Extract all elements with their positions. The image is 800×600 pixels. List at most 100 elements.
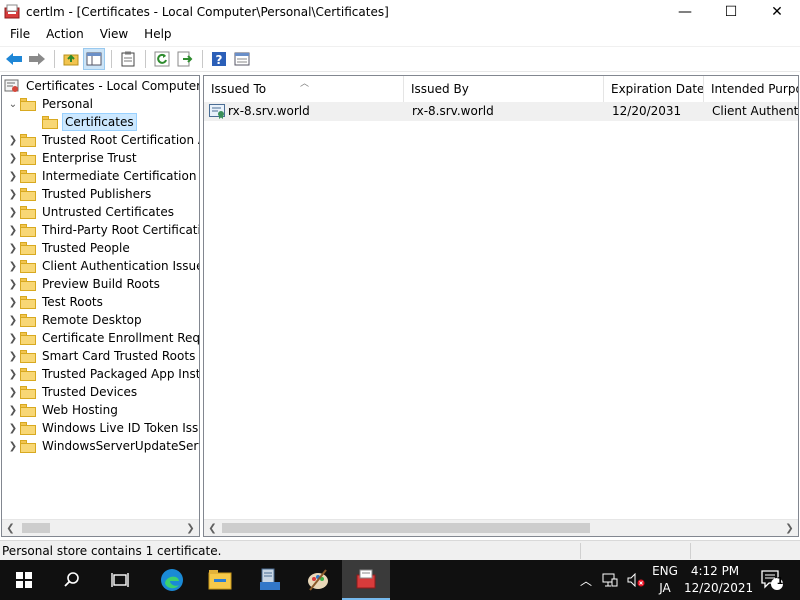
forward-button[interactable] [26, 48, 48, 70]
taskbar-file-explorer[interactable] [196, 560, 244, 600]
chevron-right-icon[interactable]: ❯ [6, 347, 20, 365]
chevron-right-icon[interactable]: ❯ [6, 185, 20, 203]
scroll-left-icon[interactable]: ❮ [2, 520, 19, 536]
tree-item-store[interactable]: ❯ Web Hosting [6, 401, 120, 419]
chevron-right-icon[interactable]: ❯ [6, 149, 20, 167]
network-tray-button[interactable] [598, 560, 622, 600]
taskbar-server-manager[interactable] [246, 560, 294, 600]
chevron-right-icon[interactable]: ❯ [6, 419, 20, 437]
show-hide-console-tree-button[interactable] [83, 48, 105, 70]
maximize-button[interactable]: ☐ [708, 0, 754, 24]
tree-horizontal-scrollbar[interactable]: ❮ ❯ [2, 519, 199, 536]
task-view-button[interactable] [96, 560, 144, 600]
input-language-button[interactable]: ENG JA [648, 560, 682, 600]
chevron-right-icon[interactable]: ❯ [6, 383, 20, 401]
minimize-button[interactable]: — [662, 0, 708, 24]
details-pane[interactable]: Issued To ︿ Issued By Expiration Date In… [203, 75, 799, 537]
tree-item-store[interactable]: ❯ Remote Desktop [6, 311, 144, 329]
tree-item-store[interactable]: ❯ Trusted People [6, 239, 132, 257]
tree-item-store[interactable]: ❯ Trusted Publishers [6, 185, 153, 203]
tree-item-store[interactable]: ❯ Trusted Root Certification Authorities [6, 131, 199, 149]
tree-item-store[interactable]: ❯ Untrusted Certificates [6, 203, 176, 221]
chevron-right-icon[interactable]: ❯ [6, 203, 20, 221]
tree-item-label: Certificate Enrollment Requests [42, 331, 200, 345]
scroll-right-icon[interactable]: ❯ [182, 520, 199, 536]
column-header-label: Intended Purposes [711, 82, 798, 96]
tree-item-personal-certificates[interactable]: Certificates [42, 113, 137, 131]
tree-item-personal[interactable]: ⌄ Personal [6, 95, 95, 113]
toolbar-separator [54, 50, 55, 68]
tree-item-store[interactable]: ❯ Smart Card Trusted Roots [6, 347, 197, 365]
menu-file[interactable]: File [0, 24, 38, 44]
folder-icon [20, 169, 36, 183]
tree-item-store[interactable]: ❯ Client Authentication Issuers [6, 257, 199, 275]
show-hidden-icons-button[interactable]: ︿ [576, 560, 596, 600]
certlm-app-icon[interactable] [4, 4, 20, 20]
folder-icon [20, 349, 36, 363]
cell-expiration-date: 12/20/2031 [612, 104, 682, 118]
folder-icon [20, 187, 36, 201]
console-tree[interactable]: Certificates - Local Computer ⌄ Personal… [1, 75, 200, 537]
keyboard-layout: JA [659, 581, 671, 595]
clock-button[interactable]: 4:12 PM 12/20/2021 [684, 560, 753, 600]
details-horizontal-scrollbar[interactable]: ❮ ❯ [204, 519, 798, 536]
chevron-right-icon[interactable]: ❯ [6, 311, 20, 329]
chevron-up-icon: ︿ [579, 573, 592, 588]
column-header-intended-purposes[interactable]: Intended Purposes [704, 76, 798, 102]
tree-item-store[interactable]: ❯ Intermediate Certification Authorities [6, 167, 199, 185]
tree-item-store[interactable]: ❯ Windows Live ID Token Issuer [6, 419, 199, 437]
tree-item-store[interactable]: ❯ Test Roots [6, 293, 105, 311]
chevron-right-icon[interactable]: ❯ [6, 257, 20, 275]
export-button[interactable] [117, 48, 139, 70]
certlm-app-icon [356, 569, 376, 589]
scrollbar-thumb[interactable] [222, 523, 590, 533]
chevron-right-icon[interactable]: ❯ [6, 401, 20, 419]
search-button[interactable] [48, 560, 96, 600]
start-button[interactable] [0, 560, 48, 600]
scroll-left-icon[interactable]: ❮ [204, 520, 221, 536]
chevron-right-icon[interactable]: ❯ [6, 293, 20, 311]
scroll-right-icon[interactable]: ❯ [781, 520, 798, 536]
chevron-right-icon[interactable]: ❯ [6, 131, 20, 149]
tree-item-store[interactable]: ❯ Trusted Packaged App Installation Autho… [6, 365, 199, 383]
tree-item-label: Untrusted Certificates [42, 205, 174, 219]
tree-item-store[interactable]: ❯ Certificate Enrollment Requests [6, 329, 200, 347]
tree-item-store[interactable]: ❯ Trusted Devices [6, 383, 139, 401]
folder-icon [20, 403, 36, 417]
taskbar-certlm[interactable] [342, 560, 390, 600]
help-button[interactable]: ? [208, 48, 230, 70]
chevron-right-icon[interactable]: ❯ [6, 275, 20, 293]
taskbar-edge[interactable] [148, 560, 196, 600]
up-one-level-button[interactable] [60, 48, 82, 70]
tree-item-store[interactable]: ❯ Third-Party Root Certification Authorit… [6, 221, 199, 239]
tree-item-label: Windows Live ID Token Issuer [42, 421, 199, 435]
toolbar-separator [111, 50, 112, 68]
taskbar-paint[interactable] [294, 560, 342, 600]
chevron-down-icon[interactable]: ⌄ [6, 95, 20, 113]
chevron-right-icon[interactable]: ❯ [6, 221, 20, 239]
refresh-button[interactable] [151, 48, 173, 70]
tree-item-store[interactable]: ❯ Enterprise Trust [6, 149, 139, 167]
chevron-right-icon[interactable]: ❯ [6, 329, 20, 347]
menu-help[interactable]: Help [136, 24, 179, 44]
chevron-right-icon[interactable]: ❯ [6, 437, 20, 455]
chevron-right-icon[interactable]: ❯ [6, 239, 20, 257]
chevron-right-icon[interactable]: ❯ [6, 365, 20, 383]
back-button[interactable] [3, 48, 25, 70]
tree-root[interactable]: Certificates - Local Computer [4, 77, 199, 95]
column-header-issued-by[interactable]: Issued By [404, 76, 604, 102]
properties-button[interactable] [231, 48, 253, 70]
close-button[interactable]: ✕ [754, 0, 800, 24]
tree-item-store[interactable]: ❯ Preview Build Roots [6, 275, 162, 293]
folder-icon [20, 421, 36, 435]
column-header-expiration-date[interactable]: Expiration Date [604, 76, 704, 102]
menu-view[interactable]: View [92, 24, 136, 44]
tree-item-store[interactable]: ❯ WindowsServerUpdateServices [6, 437, 199, 455]
table-row[interactable]: rx-8.srv.world rx-8.srv.world 12/20/2031… [204, 102, 798, 121]
action-center-button[interactable]: 1 [752, 560, 792, 600]
export-list-button[interactable] [174, 48, 196, 70]
menu-action[interactable]: Action [38, 24, 92, 44]
scrollbar-thumb[interactable] [22, 523, 50, 533]
chevron-right-icon[interactable]: ❯ [6, 167, 20, 185]
volume-tray-button[interactable] [624, 560, 648, 600]
